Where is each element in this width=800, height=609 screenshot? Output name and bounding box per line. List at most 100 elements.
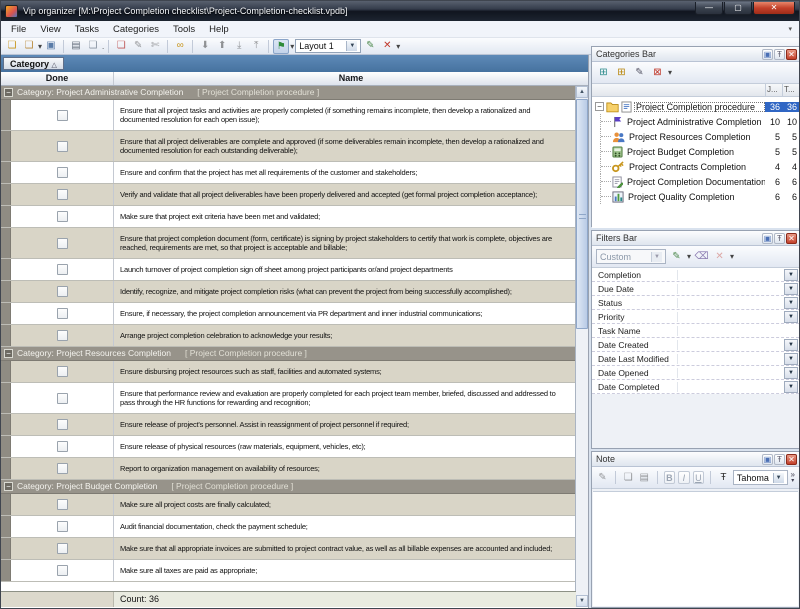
scrollbar-thumb[interactable] <box>576 99 588 329</box>
done-checkbox[interactable] <box>57 463 68 474</box>
delete-category-icon[interactable]: ⊠ <box>650 66 665 80</box>
done-checkbox[interactable] <box>57 264 68 275</box>
menu-help[interactable]: Help <box>202 22 236 37</box>
category-group-row[interactable]: −Category: Project Budget Completion[ Pr… <box>1 480 576 494</box>
task-name-cell[interactable]: Ensure that all project tasks and activi… <box>114 100 576 130</box>
print-note-icon[interactable]: ▤ <box>638 471 651 485</box>
done-checkbox[interactable] <box>57 167 68 178</box>
task-row[interactable]: Ensure that all project tasks and activi… <box>1 100 576 131</box>
done-checkbox[interactable] <box>57 393 68 404</box>
bold-button[interactable]: B <box>664 471 676 484</box>
underline-button[interactable]: U <box>693 471 705 484</box>
task-name-cell[interactable]: Verify and validate that all project del… <box>114 184 576 205</box>
filter-value-field[interactable] <box>678 352 784 365</box>
minimize-button[interactable]: — <box>695 2 723 15</box>
scroll-up-icon[interactable]: ▲ <box>576 86 588 98</box>
categories-pin-icon[interactable]: Ŧ <box>774 49 785 60</box>
filters-maximize-icon[interactable]: ▣ <box>762 233 773 244</box>
delete-filter-icon[interactable]: ✕ <box>712 250 727 264</box>
filter-dropdown-icon[interactable]: ▼ <box>784 353 798 365</box>
filter-value-field[interactable] <box>678 366 784 379</box>
tree-root-item[interactable]: −Project Completion procedure3636 <box>592 99 799 114</box>
filter-preset-combo[interactable]: Custom ▼ <box>596 249 666 264</box>
task-name-cell[interactable]: Ensure disbursing project resources such… <box>114 361 576 382</box>
clear-filter-icon[interactable]: ⌫ <box>694 250 709 264</box>
filter-dropdown-icon[interactable]: ▼ <box>784 269 798 281</box>
categories-maximize-icon[interactable]: ▣ <box>762 49 773 60</box>
tree-category-item[interactable]: Project Completion Documentation66 <box>592 174 799 189</box>
tree-col1-header[interactable]: J... <box>765 84 782 96</box>
note-pin-icon[interactable]: Ŧ <box>774 454 785 465</box>
tree-category-item[interactable]: Project Budget Completion55 <box>592 144 799 159</box>
menu-tasks[interactable]: Tasks <box>68 22 106 37</box>
task-row[interactable]: Arrange project completion celebration t… <box>1 325 576 347</box>
move-top-icon[interactable]: ⤒ <box>248 39 264 54</box>
go-layout-icon[interactable]: ⚑ <box>273 39 289 54</box>
filter-dropdown-icon[interactable]: ▼ <box>784 283 798 295</box>
vertical-scrollbar[interactable]: ▲ ▼ <box>575 86 588 607</box>
task-name-cell[interactable]: Ensure, if necessary, the project comple… <box>114 303 576 324</box>
menu-tools[interactable]: Tools <box>166 22 202 37</box>
done-checkbox[interactable] <box>57 211 68 222</box>
font-combo-arrow-icon[interactable]: ▼ <box>773 473 784 483</box>
done-checkbox[interactable] <box>57 238 68 249</box>
print-preview-icon[interactable]: ❏ <box>85 39 101 54</box>
filter-value-field[interactable] <box>678 324 799 337</box>
delete-layout-icon[interactable]: ✕ <box>379 39 395 54</box>
done-checkbox[interactable] <box>57 330 68 341</box>
move-up-icon[interactable]: ⬆ <box>214 39 230 54</box>
task-row[interactable]: Ensure release of physical resources (ra… <box>1 436 576 458</box>
tree-category-item[interactable]: Project Contracts Completion44 <box>592 159 799 174</box>
filter-dropdown-icon[interactable]: ▼ <box>784 339 798 351</box>
task-row[interactable]: Identify, recognize, and mitigate projec… <box>1 281 576 303</box>
task-name-cell[interactable]: Ensure release of project's personnel. A… <box>114 414 576 435</box>
done-checkbox[interactable] <box>57 565 68 576</box>
filter-dropdown-icon[interactable]: ▼ <box>784 297 798 309</box>
task-row[interactable]: Make sure that all appropriate invoices … <box>1 538 576 560</box>
task-row[interactable]: Make sure all taxes are paid as appropri… <box>1 560 576 582</box>
new-record-icon[interactable]: ❏ <box>21 39 37 54</box>
task-name-cell[interactable]: Audit financial documentation, check the… <box>114 516 576 537</box>
note-close-icon[interactable]: ✕ <box>786 454 797 465</box>
task-name-cell[interactable]: Identify, recognize, and mitigate projec… <box>114 281 576 302</box>
layout-combo[interactable]: Layout 1 ▼ <box>295 39 361 53</box>
filter-dropdown-icon[interactable]: ▼ <box>784 311 798 323</box>
filter-value-field[interactable] <box>678 282 784 295</box>
task-row[interactable]: Report to organization management on ava… <box>1 458 576 480</box>
task-name-cell[interactable]: Report to organization management on ava… <box>114 458 576 479</box>
save-note-icon[interactable]: ✎ <box>596 471 609 485</box>
category-group-row[interactable]: −Category: Project Administrative Comple… <box>1 86 576 100</box>
tree-collapse-icon[interactable]: − <box>595 102 604 111</box>
task-name-cell[interactable]: Ensure that project completion document … <box>114 228 576 258</box>
tree-col2-header[interactable]: T... <box>782 84 799 96</box>
done-checkbox[interactable] <box>57 189 68 200</box>
filter-dropdown-icon[interactable]: ▼ <box>784 381 798 393</box>
task-row[interactable]: Ensure disbursing project resources such… <box>1 361 576 383</box>
categories-close-icon[interactable]: ✕ <box>786 49 797 60</box>
filter-preset-arrow-icon[interactable]: ▼ <box>651 252 662 262</box>
note-toolbar-overflow-icon[interactable]: ▾ <box>791 478 794 484</box>
move-down-icon[interactable]: ⬇ <box>197 39 213 54</box>
new-note-icon[interactable]: ❏ <box>4 39 20 54</box>
menu-overflow-icon[interactable]: ▾ <box>788 25 796 33</box>
task-row[interactable]: Make sure that project exit criteria hav… <box>1 206 576 228</box>
filter-value-field[interactable] <box>678 380 784 393</box>
done-checkbox[interactable] <box>57 441 68 452</box>
task-name-cell[interactable]: Make sure all taxes are paid as appropri… <box>114 560 576 581</box>
done-checkbox[interactable] <box>57 521 68 532</box>
filters-close-icon[interactable]: ✕ <box>786 233 797 244</box>
task-name-cell[interactable]: Ensure that all project deliverables are… <box>114 131 576 161</box>
column-header-name[interactable]: Name <box>114 72 588 85</box>
font-combo[interactable]: Tahoma ▼ <box>733 470 788 485</box>
filters-toolbar-overflow-icon[interactable]: ▾ <box>730 249 734 264</box>
task-row[interactable]: Verify and validate that all project del… <box>1 184 576 206</box>
task-name-cell[interactable]: Make sure that project exit criteria hav… <box>114 206 576 227</box>
move-bottom-icon[interactable]: ⤓ <box>231 39 247 54</box>
note-maximize-icon[interactable]: ▣ <box>762 454 773 465</box>
done-checkbox[interactable] <box>57 141 68 152</box>
category-group-row[interactable]: −Category: Project Resources Completion[… <box>1 347 576 361</box>
task-row[interactable]: Audit financial documentation, check the… <box>1 516 576 538</box>
menu-view[interactable]: View <box>33 22 67 37</box>
note-content[interactable] <box>593 491 798 606</box>
filter-value-field[interactable] <box>678 268 784 281</box>
